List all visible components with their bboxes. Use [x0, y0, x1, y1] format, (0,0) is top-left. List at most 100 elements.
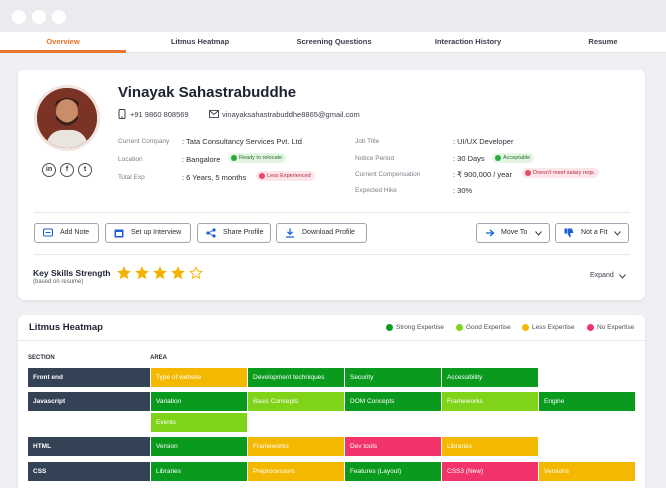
- heatmap-cell[interactable]: Versions: [539, 462, 635, 481]
- calendar-icon: [114, 229, 124, 238]
- heatmap-cell[interactable]: Type of website: [151, 368, 247, 387]
- setup-interview-label: Set up Interview: [131, 229, 182, 236]
- active-tab-indicator: [0, 50, 126, 53]
- heatmap-cell[interactable]: Libraries: [151, 462, 247, 481]
- heatmap-title: Litmus Heatmap: [29, 322, 103, 333]
- window-titlebar: [0, 0, 666, 32]
- window-dot: [52, 10, 66, 24]
- move-to-label: Move To: [501, 229, 528, 236]
- heatmap-cell[interactable]: Version: [151, 437, 247, 456]
- legend-less: Less Expertise: [532, 324, 575, 331]
- heatmap-cell[interactable]: Libraries: [442, 437, 538, 456]
- heatmap-cell[interactable]: Accessibility: [442, 368, 538, 387]
- field-value-location: : Bangalore: [182, 155, 221, 164]
- expand-link[interactable]: Expand: [590, 272, 614, 279]
- tab-resume[interactable]: Resume: [548, 32, 658, 53]
- profile-card: [18, 70, 645, 300]
- star-filled-icon: [153, 266, 167, 280]
- phone-number[interactable]: +91 9860 808569: [130, 110, 189, 119]
- divider: [18, 340, 645, 341]
- tab-interaction-history[interactable]: Interaction History: [408, 32, 528, 53]
- heatmap-section-label: CSS: [28, 462, 150, 481]
- linkedin-icon[interactable]: in: [42, 163, 56, 177]
- status-badge-relocate: Ready to relocate: [228, 153, 287, 163]
- heatmap-section-label: Front end: [28, 368, 150, 387]
- move-to-button[interactable]: Move To: [476, 223, 550, 243]
- field-label-compensation: Current Compensation: [355, 171, 421, 178]
- status-badge-salary: Doesn't meet salary reqs.: [522, 168, 600, 178]
- field-label-total-exp: Total Exp: [118, 174, 145, 181]
- setup-interview-button[interactable]: Set up Interview: [105, 223, 191, 243]
- heatmap-cell[interactable]: Frameworks: [442, 392, 538, 411]
- tab-screening-questions[interactable]: Screening Questions: [272, 32, 396, 53]
- field-label-job-title: Job Title: [355, 138, 380, 145]
- legend-good: Good Expertise: [466, 324, 511, 331]
- heatmap-cell[interactable]: Dev tools: [345, 437, 441, 456]
- legend-dot-no: [587, 324, 594, 331]
- heatmap-cell[interactable]: Variation: [151, 392, 247, 411]
- divider: [34, 254, 630, 255]
- chevron-down-icon: [535, 231, 542, 236]
- twitter-icon[interactable]: t: [78, 163, 92, 177]
- not-a-fit-label: Not a Fit: [581, 229, 608, 236]
- email-icon: [209, 110, 219, 118]
- candidate-name: Vinayak Sahastrabuddhe: [118, 84, 297, 101]
- heatmap-section-label: HTML: [28, 437, 150, 456]
- heatmap-cell[interactable]: Preprocessors: [248, 462, 344, 481]
- heatmap-cell[interactable]: Development techniques: [248, 368, 344, 387]
- heatmap-cell[interactable]: Frameworks: [248, 437, 344, 456]
- facebook-icon[interactable]: f: [60, 163, 74, 177]
- star-filled-icon: [135, 266, 149, 280]
- field-label-location: Location: [118, 156, 143, 163]
- arrow-right-icon: [486, 229, 495, 237]
- legend-dot-strong: [386, 324, 393, 331]
- field-value-job-title: : UI/UX Developer: [453, 137, 514, 146]
- legend-dot-good: [456, 324, 463, 331]
- thumbs-down-icon: [564, 228, 574, 238]
- field-label-current-company: Current Company: [118, 138, 170, 145]
- share-icon: [206, 228, 216, 238]
- star-filled-icon: [117, 266, 131, 280]
- column-header-section: SECTION: [28, 355, 55, 361]
- window-dot: [12, 10, 26, 24]
- window-dot: [32, 10, 46, 24]
- heatmap-cell[interactable]: Security: [345, 368, 441, 387]
- legend-no: No Expertise: [597, 324, 635, 331]
- column-header-area: AREA: [150, 355, 168, 361]
- add-note-label: Add Note: [60, 229, 90, 236]
- heatmap-section-label: Javascript: [28, 392, 150, 411]
- heatmap-cell[interactable]: Basic Concepts: [248, 392, 344, 411]
- legend-strong: Strong Expertise: [396, 324, 445, 331]
- download-profile-button[interactable]: Download Profile: [276, 223, 367, 243]
- key-skills-subtitle: (based on resume): [33, 279, 84, 285]
- download-icon: [286, 228, 294, 238]
- share-profile-label: Share Profile: [223, 229, 264, 236]
- heatmap-cell[interactable]: CSS3 (New): [442, 462, 538, 481]
- heatmap-cell[interactable]: DOM Concepts: [345, 392, 441, 411]
- download-profile-label: Download Profile: [302, 229, 355, 236]
- heatmap-cell[interactable]: Features (Layout): [345, 462, 441, 481]
- field-value-total-exp: : 6 Years, 5 months: [182, 173, 247, 182]
- avatar: [34, 85, 100, 151]
- share-profile-button[interactable]: Share Profile: [197, 223, 271, 243]
- field-label-notice-period: Notice Period: [355, 155, 395, 162]
- phone-icon: [118, 109, 126, 119]
- key-skills-title: Key Skills Strength: [33, 268, 111, 278]
- note-icon: [43, 228, 53, 237]
- email-address[interactable]: vinayaksahastrabuddhe8865@gmail.com: [222, 110, 360, 119]
- add-note-button[interactable]: Add Note: [34, 223, 99, 243]
- status-badge-experience: Less Experienced: [256, 171, 315, 181]
- heatmap-cell[interactable]: Engine: [539, 392, 635, 411]
- chevron-down-icon[interactable]: [619, 274, 626, 279]
- divider: [34, 212, 630, 213]
- status-badge-notice: Acceptable: [492, 153, 535, 163]
- chevron-down-icon: [614, 231, 621, 236]
- field-value-current-company: : Tata Consultancy Services Pvt. Ltd: [182, 137, 302, 146]
- field-value-notice-period: : 30 Days: [453, 154, 485, 163]
- legend-dot-less: [522, 324, 529, 331]
- avatar-image: [37, 88, 97, 148]
- not-a-fit-button[interactable]: Not a Fit: [555, 223, 629, 243]
- field-value-compensation: : ₹ 900,000 / year: [453, 170, 512, 179]
- tab-litmus-heatmap[interactable]: Litmus Heatmap: [140, 32, 260, 53]
- heatmap-cell[interactable]: Events: [151, 413, 247, 432]
